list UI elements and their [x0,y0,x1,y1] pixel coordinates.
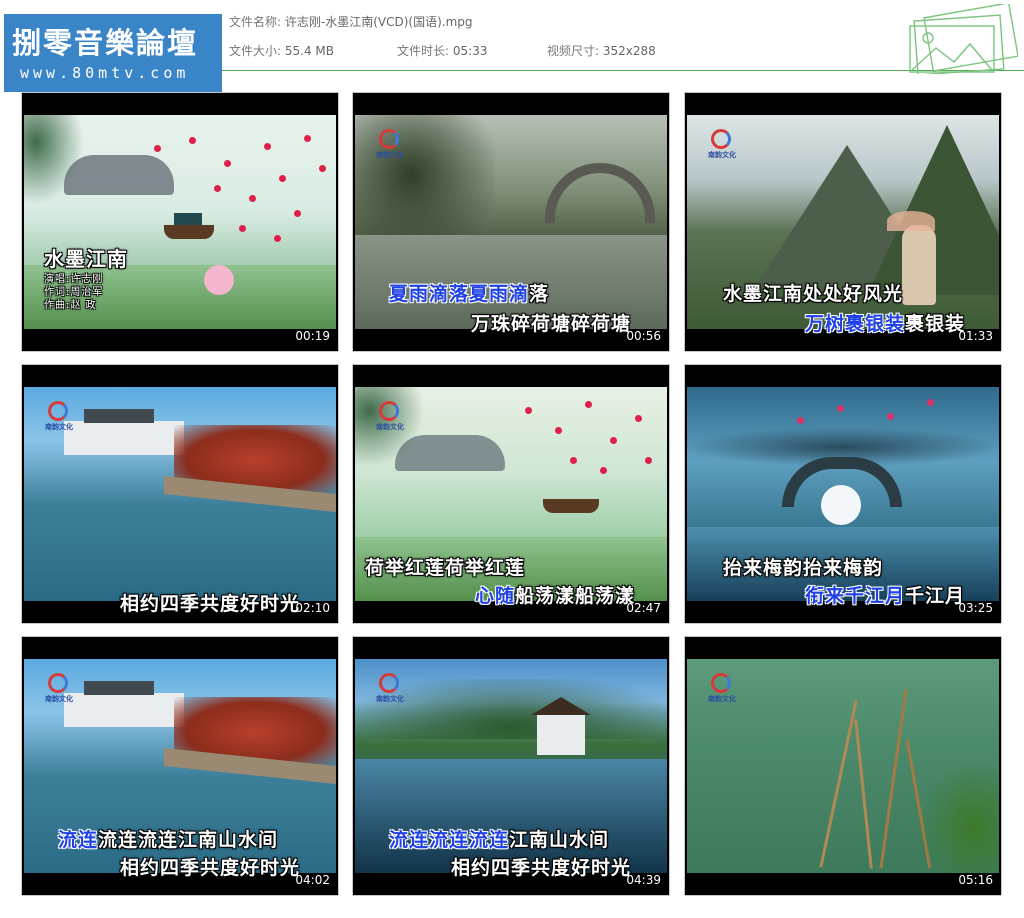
thumbnail-3[interactable]: 南韵文化 水墨江南处处好风光 万树裹银装裹银装 01:33 [684,92,1002,352]
lyric-line-2: 心随船荡漾船荡漾 [475,585,636,607]
thumbnail-6[interactable]: 抬来梅韵抬来梅韵 衔来千江月千江月 03:25 [684,364,1002,624]
timestamp: 03:25 [958,601,993,615]
credit-line: 演唱:许志刚 [44,274,104,285]
video-frame: 南韵文化 荷举红莲荷举红莲 心随船荡漾船荡漾 02:47 [355,367,667,621]
logo-title: 捌零音樂論壇 [12,26,199,60]
lyric-line-1: 荷举红莲荷举红莲 [365,557,526,579]
scene-ink-landscape: 水墨江南 演唱:许志刚 作词:周治军 作曲:赵 政 [24,115,336,329]
thumbnail-2[interactable]: 南韵文化 夏雨滴落夏雨滴落 万珠碎荷塘碎荷塘 00:56 [352,92,670,352]
station-logo: 南韵文化 [705,673,739,707]
lyric-line-1: 夏雨滴落夏雨滴落 [389,283,550,305]
video-size-label: 视频尺寸: [547,44,600,58]
thumbnail-5[interactable]: 南韵文化 荷举红莲荷举红莲 心随船荡漾船荡漾 02:47 [352,364,670,624]
credit-line: 作词:周治军 [44,287,104,298]
station-logo: 南韵文化 [373,673,407,707]
video-frame: 抬来梅韵抬来梅韵 衔来千江月千江月 03:25 [687,367,999,621]
timestamp: 00:19 [295,329,330,343]
lyric-line-1: 水墨江南处处好风光 [723,283,904,305]
timestamp: 04:39 [626,873,661,887]
video-size-row: 视频尺寸: 352x288 [547,42,656,59]
video-frame: 南韵文化 流连流连流连江南山水间 相约四季共度好时光 04:02 [24,639,336,893]
lyric-line-2: 万树裹银装裹银装 [805,313,966,335]
station-logo: 南韵文化 [42,401,76,435]
thumbnail-8[interactable]: 南韵文化 流连流连流连江南山水间 相约四季共度好时光 04:39 [352,636,670,896]
duration-row: 文件时长: 05:33 [397,42,487,59]
video-frame: 南韵文化 05:16 [687,639,999,893]
lyric-line-1: 流连流连流连江南山水间 [58,829,279,851]
file-size-value: 55.4 MB [284,44,334,58]
video-size-value: 352x288 [602,44,656,58]
lyric-line-1: 流连流连流连江南山水间 [389,829,610,851]
lyric-line-2: 相约四季共度好时光 [451,857,632,879]
station-logo: 南韵文化 [42,673,76,707]
lyric-line-2: 衔来千江月千江月 [805,585,966,607]
thumbnail-7[interactable]: 南韵文化 流连流连流连江南山水间 相约四季共度好时光 04:02 [21,636,339,896]
thumbnail-1[interactable]: 水墨江南 演唱:许志刚 作词:周治军 作曲:赵 政 00:19 [21,92,339,352]
duration-value: 05:33 [452,44,488,58]
logo-url: www.80mtv.com [20,64,190,82]
lyric-line-1: 相约四季共度好时光 [120,593,301,615]
timestamp: 02:10 [295,601,330,615]
file-size-label: 文件大小: [229,44,282,58]
video-frame: 水墨江南 演唱:许志刚 作词:周治军 作曲:赵 政 00:19 [24,95,336,349]
duration-label: 文件时长: [397,44,450,58]
lyric-line-1: 抬来梅韵抬来梅韵 [723,557,884,579]
station-logo: 南韵文化 [373,401,407,435]
timestamp: 04:02 [295,873,330,887]
video-frame: 南韵文化 流连流连流连江南山水间 相约四季共度好时光 04:39 [355,639,667,893]
video-frame: 南韵文化 水墨江南处处好风光 万树裹银装裹银装 01:33 [687,95,999,349]
scene-lakeside-village: 南韵文化 [24,387,336,601]
picture-frames-icon [909,4,1018,74]
thumbnail-4[interactable]: 南韵文化 相约四季共度好时光 02:10 [21,364,339,624]
header-divider [222,70,1024,71]
station-logo: 南韵文化 [373,129,407,163]
station-logo: 南韵文化 [705,129,739,163]
scene-reeds-water: 南韵文化 [687,659,999,873]
timestamp: 01:33 [958,329,993,343]
video-frame: 南韵文化 夏雨滴落夏雨滴落 万珠碎荷塘碎荷塘 00:56 [355,95,667,349]
lyric-line-2: 相约四季共度好时光 [120,857,301,879]
thumbnail-9[interactable]: 南韵文化 05:16 [684,636,1002,896]
timestamp: 02:47 [626,601,661,615]
site-logo: 捌零音樂論壇 www.80mtv.com [4,14,222,92]
title-overlay: 水墨江南 [44,247,128,271]
video-frame: 南韵文化 相约四季共度好时光 02:10 [24,367,336,621]
timestamp: 05:16 [958,873,993,887]
file-name-row: 文件名称: 许志刚-水墨江南(VCD)(国语).mpg [229,13,473,30]
file-name-label: 文件名称: [229,15,282,29]
file-name-value: 许志刚-水墨江南(VCD)(国语).mpg [284,15,473,29]
timestamp: 00:56 [626,329,661,343]
credit-line: 作曲:赵 政 [44,300,97,311]
file-size-row: 文件大小: 55.4 MB [229,42,334,59]
lyric-line-2: 万珠碎荷塘碎荷塘 [471,313,632,335]
